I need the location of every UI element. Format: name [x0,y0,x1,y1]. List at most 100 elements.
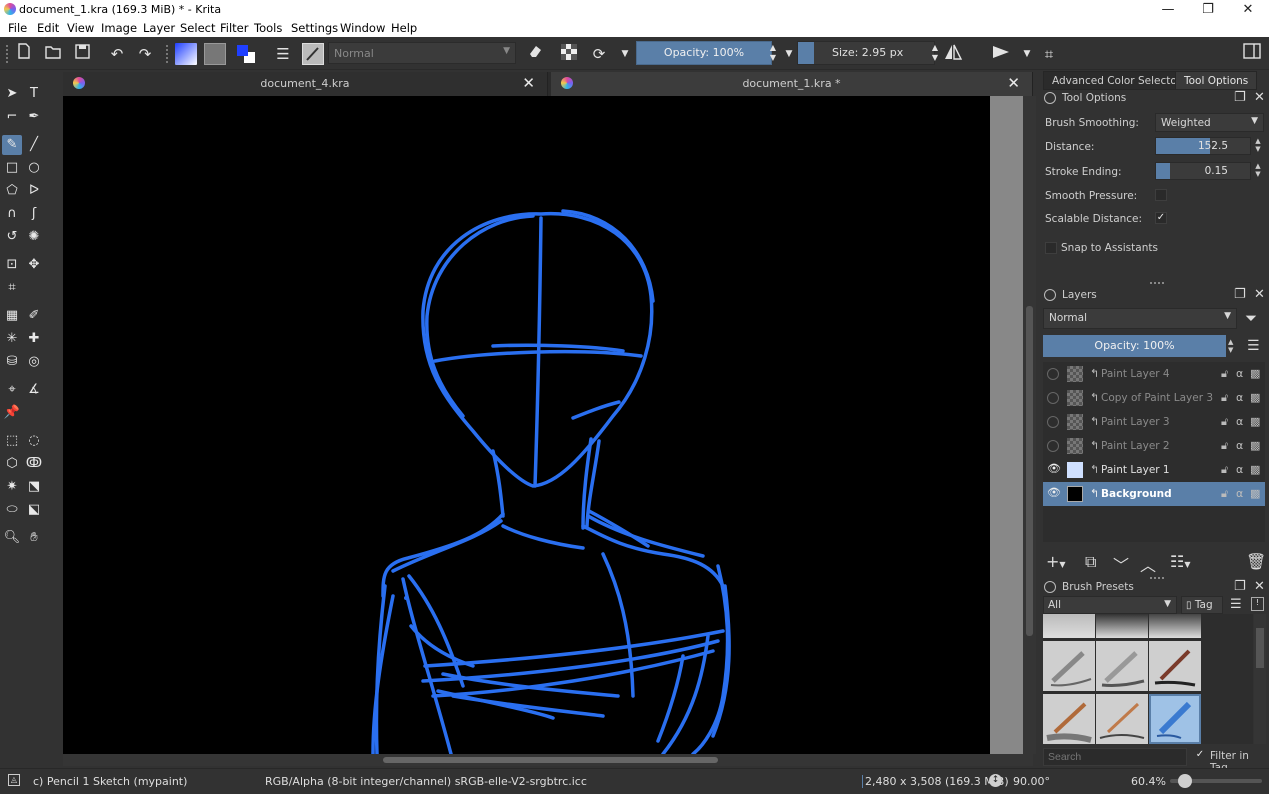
alpha-lock-icon[interactable]: ▩ [1250,439,1260,452]
polygon-select-icon[interactable]: ⬡ [2,454,22,474]
assistant-tool-icon[interactable]: ⌖ [2,380,22,400]
reload-preset-icon[interactable]: ⟳ [588,43,610,65]
crop-tool-icon[interactable]: ⌗ [2,278,22,298]
menu-tools[interactable]: Tools [254,21,282,35]
freehand-select-icon[interactable]: ↂ [24,454,44,474]
close-tab-icon[interactable]: ✕ [522,74,535,92]
lock-icon[interactable] [1044,289,1056,301]
alpha-inherit-icon[interactable]: α [1236,463,1243,476]
dynamic-brush-icon[interactable]: ↺ [2,227,22,247]
paint-brush-preset-icon[interactable] [1096,694,1148,744]
lock-layer-icon[interactable]: 🔓︎ [1221,415,1228,429]
save-icon[interactable] [71,43,93,65]
distance-spin-arrows[interactable]: ▲ ▼ [1252,137,1264,155]
undo-icon[interactable]: ↶ [106,43,128,65]
freehand-path-icon[interactable]: ʃ [24,204,44,224]
menu-help[interactable]: Help [391,21,417,35]
pencil-preset-icon[interactable] [1043,641,1095,691]
move-layer-down-icon[interactable]: ﹀ [1113,552,1129,575]
alpha-inherit-icon[interactable]: α [1236,415,1243,428]
duplicate-layer-icon[interactable]: ⧉ [1085,552,1096,571]
maximize-button[interactable]: ❐ [1188,0,1228,20]
magnetic-select-icon[interactable]: ⬕ [24,500,44,520]
menu-settings[interactable]: Settings [291,21,338,35]
enclose-fill-icon[interactable]: ◎ [24,352,44,372]
smooth-pressure-checkbox[interactable] [1155,189,1167,201]
alpha-inherit-icon[interactable]: α [1236,367,1243,380]
alpha-lock-icon[interactable]: ▩ [1250,415,1260,428]
reference-images-icon[interactable]: 📌 [2,403,22,423]
visibility-off-icon[interactable] [1047,416,1059,428]
open-folder-icon[interactable] [42,43,64,65]
eye-icon[interactable]: 👁︎ [1047,462,1061,475]
mirror-horizontal-icon[interactable] [942,43,964,65]
line-tool-icon[interactable]: ╱ [24,135,44,155]
preset-scrollbar[interactable] [1254,614,1266,744]
similar-select-icon[interactable]: ⬔ [24,477,44,497]
close-panel-icon[interactable]: ✕ [1254,90,1265,105]
layer-row[interactable]: ↰ Copy of Paint Layer 3 🔓︎ α ▩ [1043,386,1265,410]
select-shapes-icon[interactable]: ➤ [2,84,22,104]
preset-view-menu-icon[interactable]: ☰ [1230,597,1242,612]
dock-splitter[interactable] [1150,577,1164,579]
scroll-thumb[interactable] [1026,306,1033,636]
brush-preset-thumb[interactable] [1096,614,1148,638]
menu-file[interactable]: File [8,21,27,35]
layer-opacity-slider[interactable]: Opacity: 100% [1043,335,1226,357]
brush-preset-icon[interactable] [302,43,324,65]
lock-icon[interactable] [1044,581,1056,593]
fill-tool-icon[interactable]: ⛁ [2,352,22,372]
alpha-inherit-icon[interactable]: α [1236,439,1243,452]
visibility-off-icon[interactable] [1047,368,1059,380]
float-panel-icon[interactable]: ❐ [1234,90,1246,105]
lock-layer-icon[interactable]: 🔓︎ [1221,463,1228,477]
alpha-inherit-icon[interactable]: α [1236,391,1243,404]
lock-icon[interactable] [1044,92,1056,104]
canvas[interactable] [63,96,1023,754]
ellipse-tool-icon[interactable]: ○ [24,158,44,178]
colorize-mask-icon[interactable]: ✳ [2,329,22,349]
close-panel-icon[interactable]: ✕ [1254,287,1265,302]
polygon-tool-icon[interactable]: ⬠ [2,181,22,201]
rect-select-icon[interactable]: ⬚ [2,431,22,451]
menu-select[interactable]: Select [180,21,215,35]
tab-document-4[interactable]: document_4.kra ✕ [63,72,548,96]
measure-tool-icon[interactable]: ∡ [24,380,44,400]
brush-preset-thumb[interactable] [1149,614,1201,638]
blend-mode-select[interactable]: Normal ▼ [328,42,516,64]
tab-advanced-color-selector[interactable]: Advanced Color Selector [1043,71,1191,90]
new-document-icon[interactable] [13,43,35,65]
layer-opacity-spin-arrows[interactable]: ▲ ▼ [1228,338,1233,354]
filter-icon[interactable]: ⏷ [1245,309,1257,327]
move-layer-up-icon[interactable]: ︿ [1140,552,1156,575]
layer-row[interactable]: 👁︎ ↰ Paint Layer 1 🔓︎ α ▩ [1043,458,1265,482]
zoom-slider-handle[interactable] [1178,774,1192,788]
chevron-down-icon[interactable]: ▼ [614,43,636,65]
minimize-button[interactable]: — [1148,0,1188,20]
dock-splitter[interactable] [1150,282,1164,284]
stroke-ending-spinbox[interactable]: 0.15 [1155,162,1251,180]
scalable-distance-checkbox[interactable]: ✓ [1155,212,1167,224]
horizontal-scrollbar[interactable] [63,754,1033,766]
menu-window[interactable]: Window [340,21,385,35]
visibility-off-icon[interactable] [1047,392,1059,404]
freehand-brush-icon[interactable]: ✎ [2,135,22,155]
ink-pen-preset-icon[interactable] [1149,641,1201,691]
lock-layer-icon[interactable]: 🔓︎ [1221,439,1228,453]
tab-tool-options[interactable]: Tool Options [1175,71,1258,90]
menu-layer[interactable]: Layer [143,21,175,35]
opacity-slider[interactable]: Opacity: 100% [636,41,772,65]
snap-to-assistants-checkbox[interactable] [1045,242,1057,254]
transform-tool-icon[interactable]: ⊡ [2,255,22,275]
alpha-lock-icon[interactable] [558,43,580,65]
bezier-select-icon[interactable]: ⬭ [2,500,22,520]
calligraphy-icon[interactable]: ✒ [24,107,44,127]
brush-smoothing-select[interactable]: Weighted ▼ [1155,113,1264,132]
gradient-selector-icon[interactable] [175,43,197,65]
eraser-icon[interactable] [524,43,546,65]
filter-in-tag-checkbox[interactable]: ✓ [1194,750,1206,762]
menu-view[interactable]: View [67,21,94,35]
import-resource-icon[interactable]: ! [1251,597,1264,611]
color-swatches-icon[interactable] [235,43,257,65]
tab-document-1[interactable]: document_1.kra * ✕ [551,72,1033,96]
